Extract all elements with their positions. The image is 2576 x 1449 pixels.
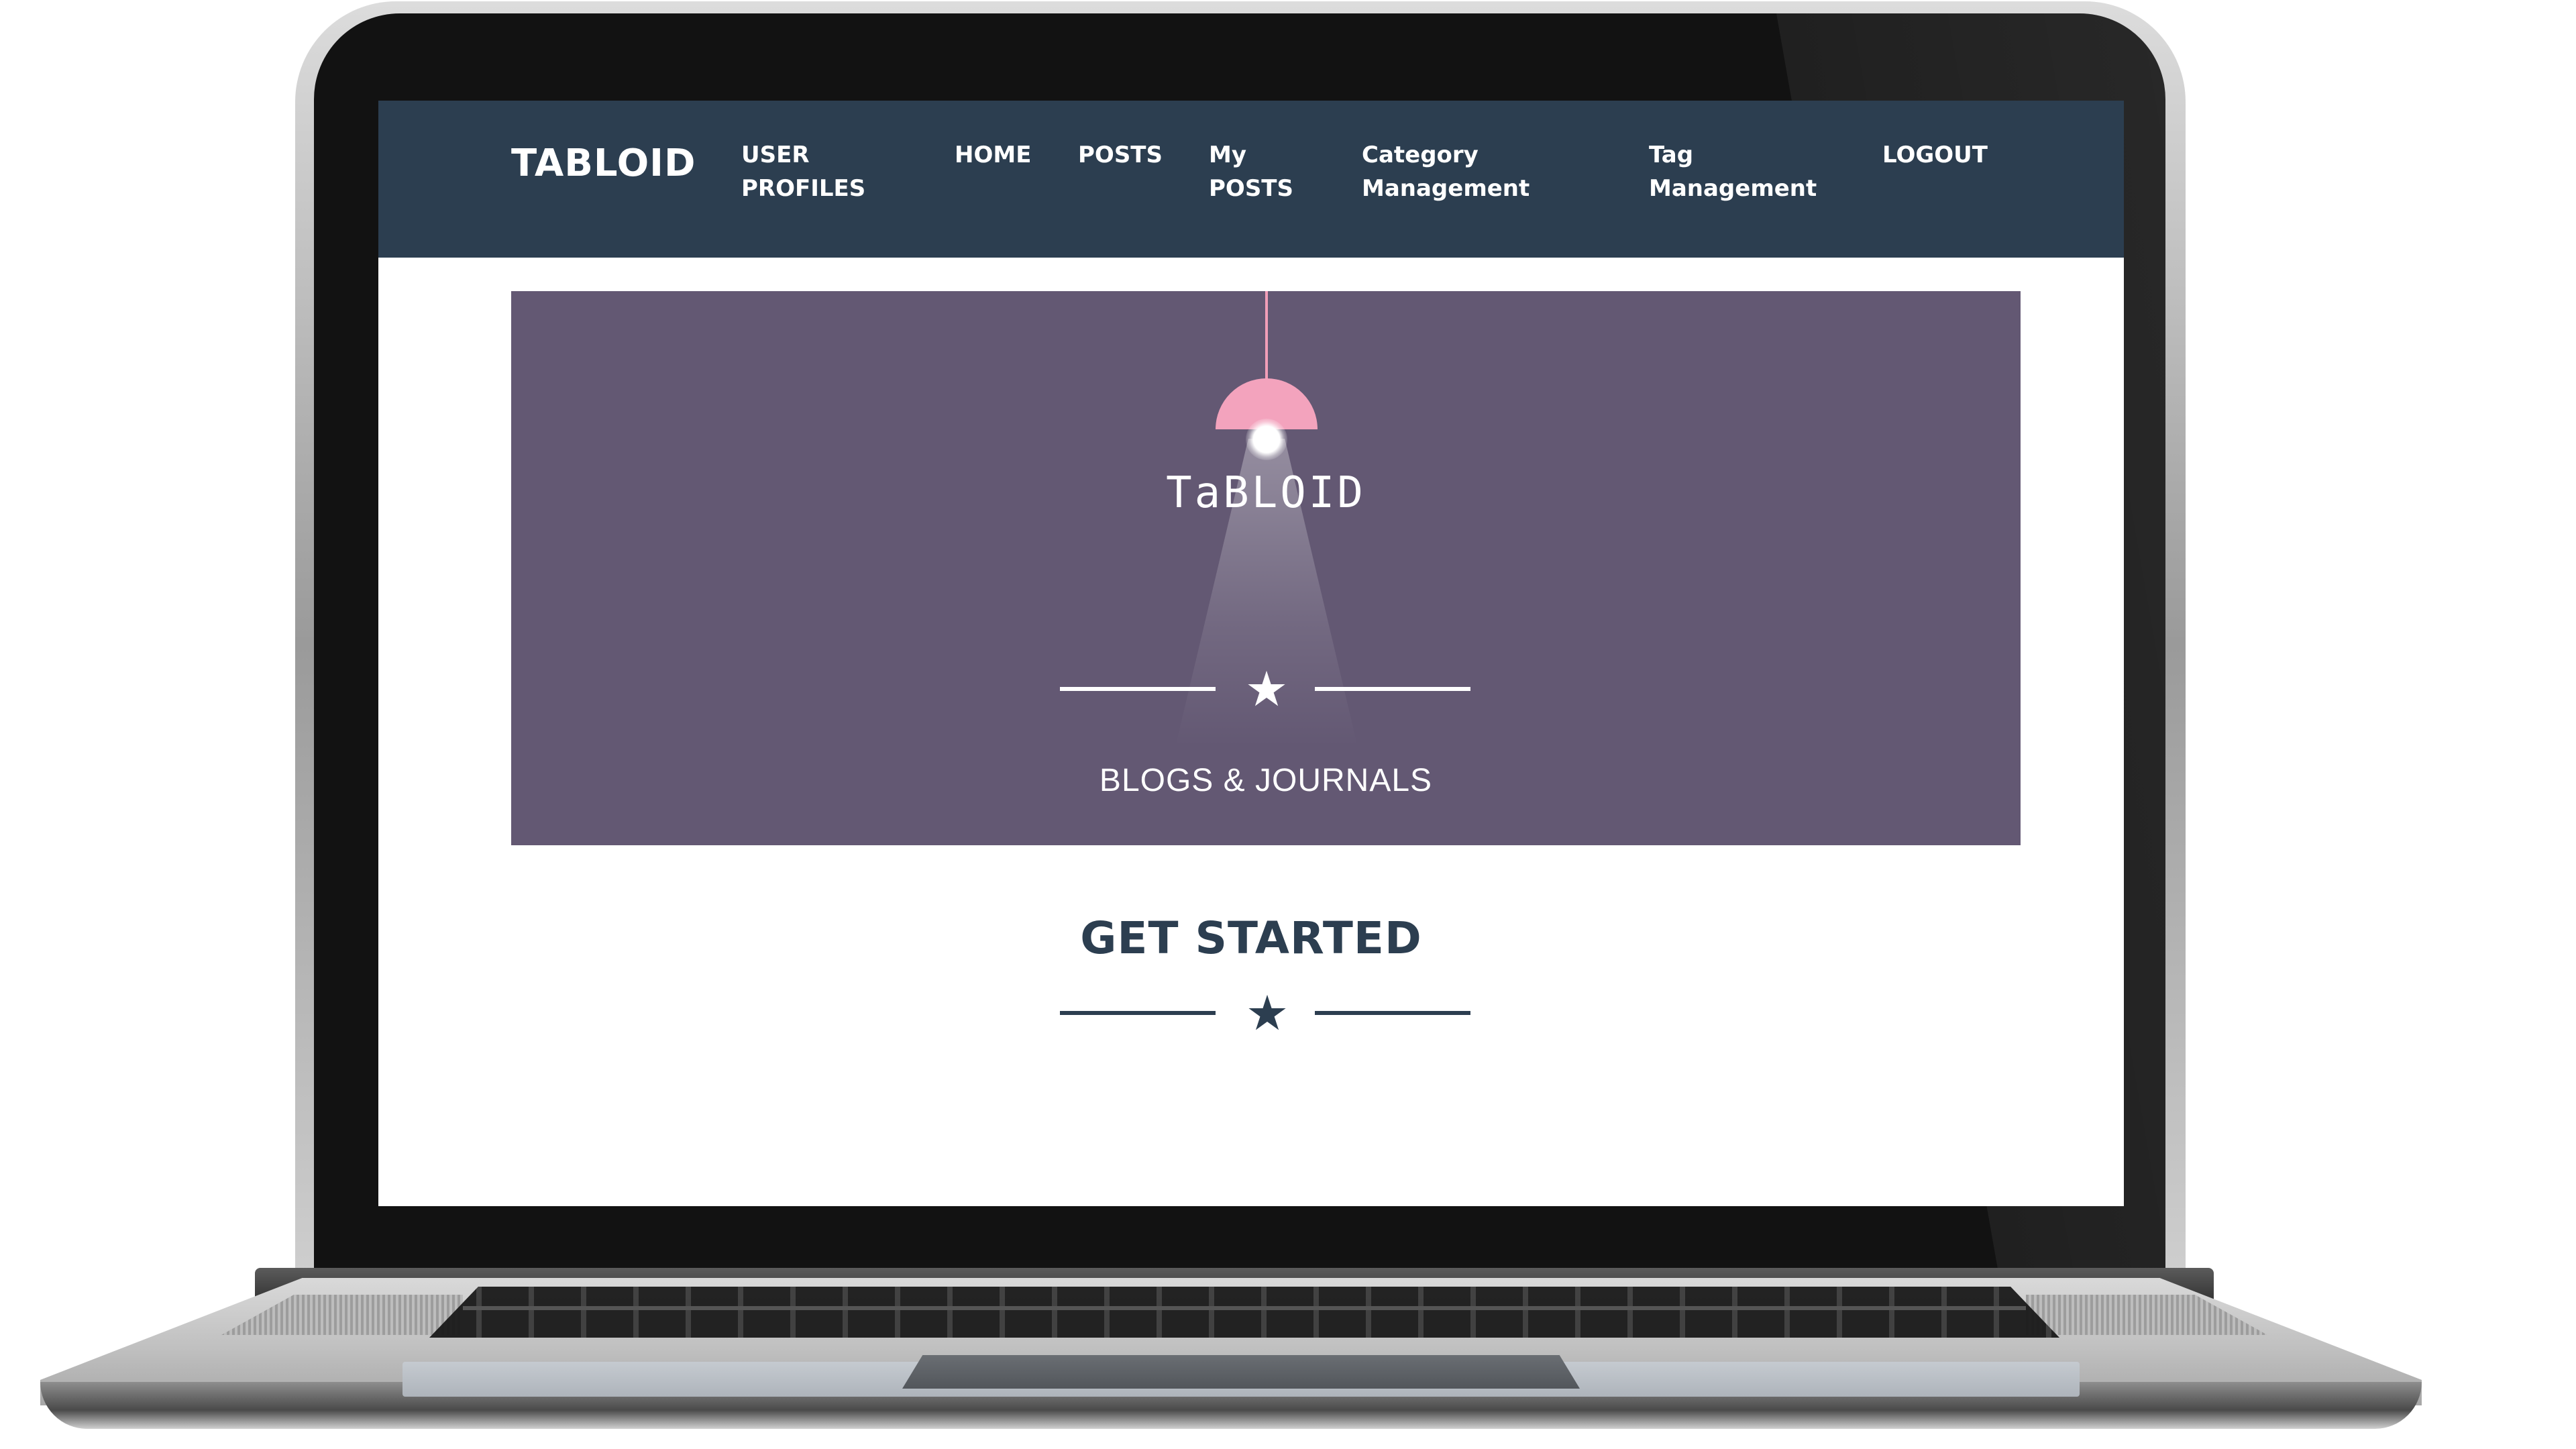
nav-category-management[interactable]: Category Management — [1362, 138, 1529, 205]
nav-tag-management[interactable]: Tag Management — [1649, 138, 1817, 205]
nav-my-posts-line1: My — [1209, 142, 1246, 168]
hero-divider-right — [1315, 687, 1470, 691]
hero-divider-left — [1060, 687, 1216, 691]
keyboard — [429, 1287, 2059, 1338]
nav-user-profiles-line1: USER — [741, 142, 810, 168]
speaker-grille-right — [2026, 1295, 2267, 1335]
star-icon: ★ — [1244, 661, 1289, 717]
nav-home[interactable]: HOME — [955, 138, 1031, 172]
lamp-bulb — [1246, 419, 1287, 460]
hero-subtitle: BLOGS & JOURNALS — [1099, 763, 1433, 798]
nav-home-label: HOME — [955, 142, 1032, 168]
nav-user-profiles-line2: PROFILES — [741, 175, 866, 202]
nav-posts-label: POSTS — [1078, 142, 1163, 168]
nav-posts[interactable]: POSTS — [1078, 138, 1163, 172]
nav-my-posts[interactable]: My POSTS — [1209, 138, 1293, 205]
section-divider-right — [1315, 1011, 1470, 1015]
brand-logo[interactable]: TABLOID — [511, 145, 696, 182]
nav-tag-line2: Management — [1649, 175, 1817, 202]
hero-banner: TaBLOID ★ BLOGS & JOURNALS — [511, 291, 2021, 845]
lamp-cord — [1265, 291, 1268, 385]
section-star-icon: ★ — [1245, 985, 1289, 1041]
section-divider-left — [1060, 1011, 1216, 1015]
section-heading: GET STARTED — [1080, 912, 1422, 964]
nav-tag-line1: Tag — [1649, 142, 1694, 168]
nav-user-profiles[interactable]: USER PROFILES — [741, 138, 865, 205]
trackpad — [902, 1355, 1580, 1389]
laptop-screen: TABLOID USER PROFILES HOME POSTS My POST… — [378, 101, 2124, 1206]
keyboard-row-divider — [463, 1306, 2026, 1310]
nav-category-line2: Management — [1362, 175, 1530, 202]
navbar: TABLOID USER PROFILES HOME POSTS My POST… — [378, 101, 2124, 258]
nav-my-posts-line2: POSTS — [1209, 175, 1293, 202]
hero-logo-text: TaBLOID — [1166, 468, 1366, 518]
nav-category-line1: Category — [1362, 142, 1479, 168]
nav-logout[interactable]: LOGOUT — [1882, 138, 1988, 172]
nav-logout-label: LOGOUT — [1882, 142, 1988, 168]
laptop-scene: TABLOID USER PROFILES HOME POSTS My POST… — [0, 0, 2576, 1449]
